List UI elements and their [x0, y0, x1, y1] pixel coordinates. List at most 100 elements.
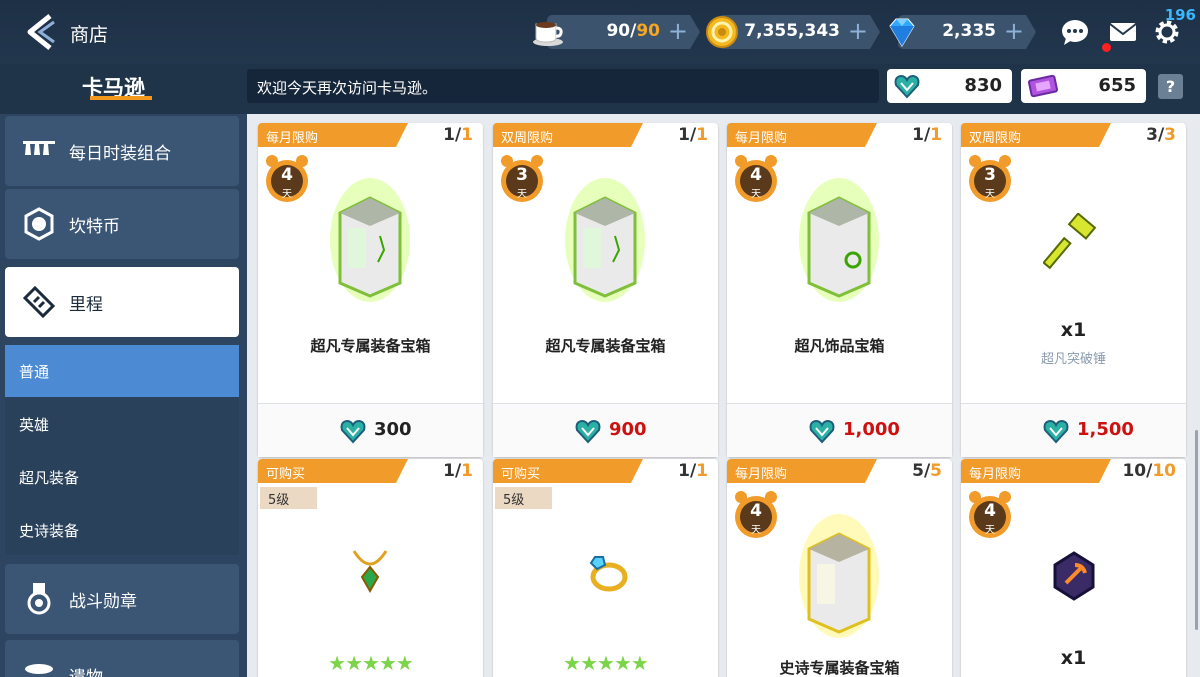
shop-card[interactable]: 可购买 1/1 5级 ★★★★★ — [258, 459, 483, 677]
shop-card[interactable]: 每月限购 1/1 4 天 超凡饰品宝箱 1,000 — [727, 123, 952, 457]
purchase-limit-band: 每月限购 — [961, 459, 1111, 483]
purchase-count: 10/10 — [1122, 461, 1176, 481]
mileage-token-icon — [1043, 419, 1069, 444]
price-button[interactable]: 300 — [258, 403, 483, 457]
mileage-token-icon — [894, 74, 920, 99]
stamina-max: 90 — [636, 21, 660, 41]
tab-underline — [90, 96, 152, 100]
mileage-token-icon — [809, 419, 835, 444]
mileage-token-icon — [340, 419, 366, 444]
purchase-limit-band: 可购买 — [258, 459, 408, 483]
epic-equipment-box-icon — [799, 514, 879, 638]
shop-card[interactable]: 每月限购 1/1 4 天 超凡专属装备宝箱 300 — [258, 123, 483, 457]
level-tag: 5级 — [495, 487, 552, 509]
star-rating: ★★★★★ — [563, 651, 649, 675]
sidebar-item-battle-medal[interactable]: 战斗勋章 — [5, 564, 239, 634]
item-name: 超凡专属装备宝箱 — [310, 337, 431, 355]
gem-amount: 2,335 — [942, 21, 996, 41]
price-value: 1,000 — [843, 419, 900, 440]
chat-bubble-icon[interactable] — [1060, 17, 1090, 47]
player-level: 196 — [1164, 6, 1196, 24]
back-arrow-icon[interactable] — [20, 12, 60, 52]
ring-icon — [589, 556, 628, 592]
diamond-icon — [889, 18, 915, 47]
shop-card[interactable]: 每月限购 10/10 4 天 x1 — [961, 459, 1186, 677]
purchase-limit-band: 每月限购 — [727, 459, 877, 483]
timer-clock-icon: 3 天 — [499, 153, 545, 205]
purchase-count: 1/1 — [443, 461, 473, 481]
item-quantity: x1 — [1060, 647, 1087, 669]
mileage-amount: 830 — [964, 75, 1002, 96]
purchase-count: 5/5 — [912, 461, 942, 481]
price-button[interactable]: 900 — [493, 403, 718, 457]
item-name: 史诗专属装备宝箱 — [779, 659, 900, 677]
equipment-box-icon — [565, 178, 645, 302]
purchase-count: 1/1 — [912, 125, 942, 145]
sidebar-item-relic[interactable]: 遗物 — [5, 640, 239, 677]
stamina-current: 90 — [606, 21, 631, 41]
shop-card[interactable]: 可购买 1/1 5级 ★★★★★ — [493, 459, 718, 677]
purchase-limit-band: 可购买 — [493, 459, 643, 483]
shop-card[interactable]: 双周限购 3/3 3 天 x1 超凡突破锤 1,500 — [961, 123, 1186, 457]
purchase-count: 1/1 — [443, 125, 473, 145]
shop-card[interactable]: 每月限购 5/5 4 天 史诗专属装备宝箱 — [727, 459, 952, 677]
price-button[interactable]: 1,500 — [961, 403, 1186, 457]
shop-card[interactable]: 双周限购 1/1 3 天 超凡专属装备宝箱 900 — [493, 123, 718, 457]
ticket-icon — [1027, 74, 1059, 98]
purchase-limit-band: 每月限购 — [258, 123, 408, 147]
coffee-cup-icon — [533, 22, 563, 46]
gold-add-button[interactable]: + — [848, 17, 868, 45]
star-rating: ★★★★★ — [328, 651, 414, 675]
mileage-currency-box: 830 — [887, 69, 1012, 103]
crystal-pickaxe-icon — [1053, 551, 1095, 601]
item-name: 超凡专属装备宝箱 — [545, 337, 666, 355]
purchase-count: 1/1 — [678, 461, 708, 481]
equipment-box-icon — [330, 178, 410, 302]
subnav-item-normal[interactable]: 普通 — [5, 345, 239, 397]
ticket-amount: 655 — [1098, 75, 1136, 96]
price-button[interactable]: 1,000 — [727, 403, 952, 457]
sidebar-subnav: 普通 英雄 超凡装备 史诗装备 — [5, 345, 239, 555]
subnav-item-hero[interactable]: 英雄 — [5, 398, 239, 450]
sidebar-item-daily-costume[interactable]: 每日时装组合 — [5, 116, 239, 186]
timer-clock-icon: 4 天 — [733, 489, 779, 541]
purchase-count: 1/1 — [678, 125, 708, 145]
gold-amount: 7,355,343 — [744, 21, 840, 41]
accessory-box-icon — [799, 178, 879, 302]
notice-bar: 欢迎今天再次访问卡马逊。 — [247, 69, 879, 103]
sidebar-item-kant-coin[interactable]: 坎特币 — [5, 189, 239, 259]
help-button[interactable]: ? — [1158, 74, 1183, 99]
item-quantity: x1 — [1060, 319, 1087, 341]
stamina-add-button[interactable]: + — [668, 17, 688, 45]
necklace-icon — [352, 550, 388, 594]
gold-coin-icon — [706, 16, 738, 48]
ticket-outline-icon — [22, 285, 56, 319]
scrollbar-thumb[interactable] — [1195, 430, 1198, 630]
costume-rack-icon — [23, 141, 55, 155]
mileage-token-icon — [575, 419, 601, 444]
hammer-icon — [1043, 213, 1097, 270]
item-name: 超凡突破锤 — [1040, 352, 1106, 367]
medal-icon — [27, 583, 51, 615]
price-value: 300 — [374, 419, 412, 440]
gem-add-button[interactable]: + — [1004, 17, 1024, 45]
price-value: 1,500 — [1077, 419, 1134, 440]
purchase-limit-band: 双周限购 — [961, 123, 1111, 147]
subnav-item-transcendent-gear[interactable]: 超凡装备 — [5, 451, 239, 503]
price-value: 900 — [609, 419, 647, 440]
mail-notification-dot — [1102, 43, 1111, 52]
purchase-limit-band: 每月限购 — [727, 123, 877, 147]
timer-clock-icon: 4 天 — [733, 153, 779, 205]
subnav-item-epic-gear[interactable]: 史诗装备 — [5, 504, 239, 556]
purchase-count: 3/3 — [1146, 125, 1176, 145]
level-tag: 5级 — [260, 487, 317, 509]
ticket-currency-box: 655 — [1021, 69, 1146, 103]
sidebar-item-mileage[interactable]: 里程 — [5, 267, 239, 337]
timer-clock-icon: 4 天 — [264, 153, 310, 205]
purchase-limit-band: 双周限购 — [493, 123, 643, 147]
mail-icon[interactable] — [1108, 17, 1138, 47]
stamina-counter: 90/90 + — [547, 15, 700, 49]
top-bar: 商店 90/90 + 7,355,343 + 2,335 + 196 — [0, 0, 1200, 64]
hexagon-coin-icon — [24, 207, 54, 241]
item-name: 超凡饰品宝箱 — [794, 337, 885, 355]
